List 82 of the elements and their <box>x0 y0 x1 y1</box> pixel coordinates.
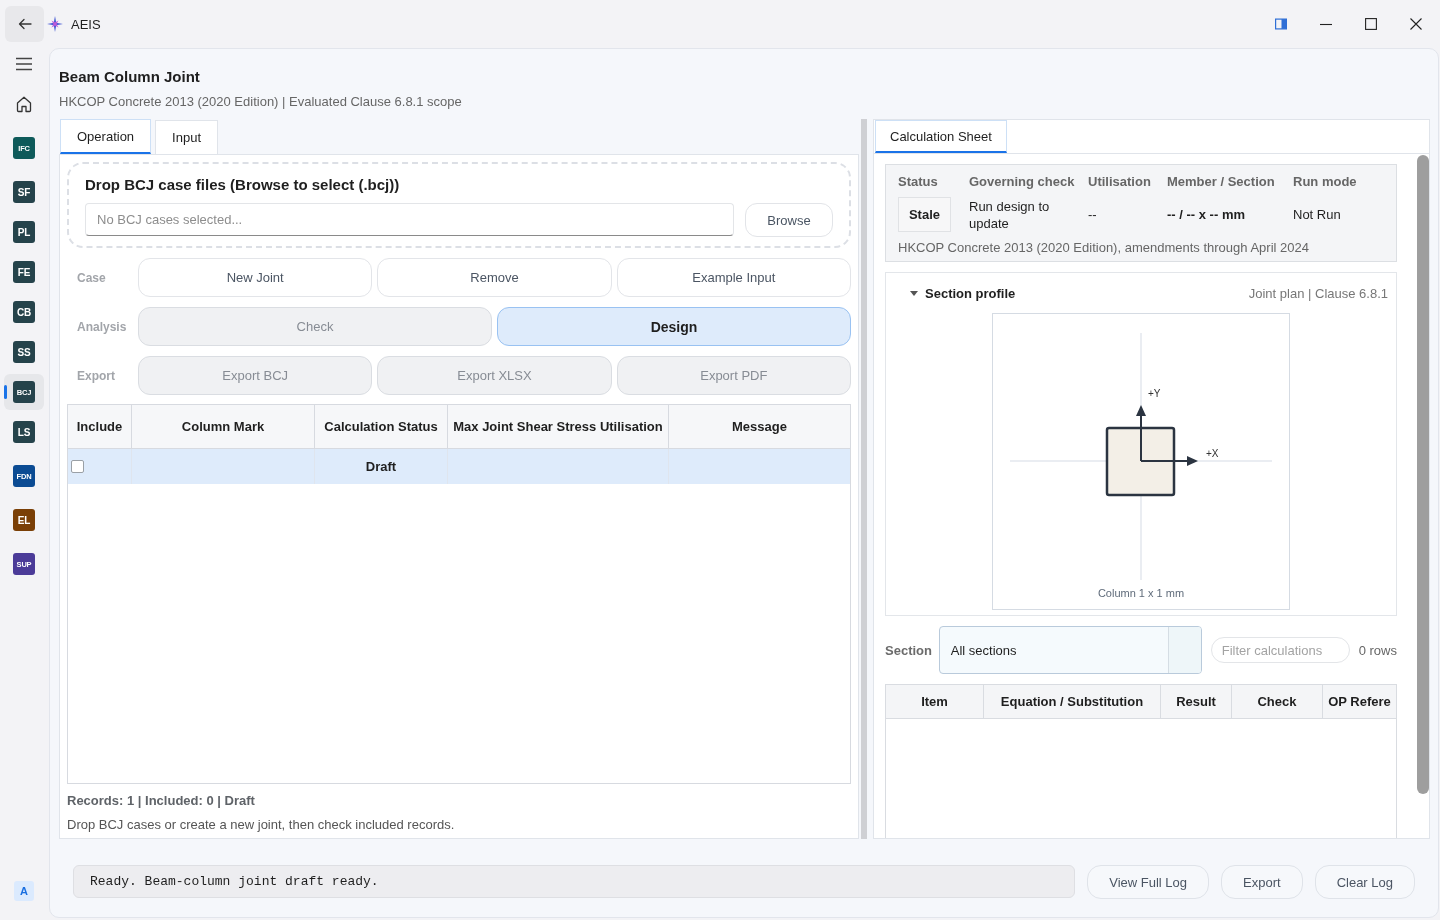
group-label: Analysis <box>76 319 128 334</box>
sidebar-item[interactable]: SF <box>4 174 44 210</box>
tab[interactable]: Operation <box>60 119 152 154</box>
dropdown-toggle[interactable] <box>1167 627 1201 673</box>
module-tag: LS <box>13 421 35 443</box>
page-subtitle: HKCOP Concrete 2013 (2020 Edition) | Evaluated Clause 6.8.1 scope <box>59 93 463 111</box>
sidebar-item[interactable]: PL <box>4 214 44 250</box>
summary-label: Member / Section <box>1167 173 1276 191</box>
section-dropdown[interactable]: All sections <box>938 626 1202 674</box>
maximize-icon <box>1364 18 1377 30</box>
sidebar-item[interactable]: FE <box>4 254 44 290</box>
code-note: HKCOP Concrete 2013 (2020 Edition), amendments through April 2024 <box>898 239 1310 257</box>
table-row[interactable]: Draft <box>68 449 850 484</box>
status-badge: Stale <box>898 197 951 232</box>
column-header: Include <box>68 405 132 448</box>
summary-value: Not Run <box>1293 206 1342 223</box>
log-button[interactable]: View Full Log <box>1087 865 1210 899</box>
table-cell: Draft <box>365 459 397 474</box>
action-button[interactable]: Design <box>497 307 851 346</box>
summary-label: Utilisation <box>1088 173 1152 191</box>
action-button[interactable]: Remove <box>377 258 612 297</box>
diagram-caption: Column 1 x 1 mm <box>1097 587 1185 599</box>
drop-zone-title: Drop BCJ case files (Browse to select (.bcj)) <box>85 175 401 195</box>
column-header: Item <box>886 685 984 718</box>
app-title: AEIS <box>71 16 101 32</box>
sidebar-item[interactable]: EL <box>4 502 44 538</box>
hint-text: Drop BCJ cases or create a new joint, then check included records. <box>67 816 456 834</box>
close-icon <box>1409 18 1422 30</box>
column-header: OP Refere <box>1327 693 1392 711</box>
browse-button[interactable]: Browse <box>745 203 833 237</box>
summary-value: Run design to update <box>969 197 1051 232</box>
sidebar-item[interactable]: CB <box>4 294 44 330</box>
section-meta: Joint plan | Clause 6.8.1 <box>1248 285 1388 301</box>
row-count: 0 rows <box>1358 642 1397 658</box>
file-field[interactable]: No BCJ cases selected... <box>85 203 734 236</box>
module-tag: PL <box>13 221 35 243</box>
summary-label: Governing check <box>969 173 1076 191</box>
column-header: Message <box>731 418 788 436</box>
scrollbar[interactable] <box>1417 155 1429 794</box>
menu-icon <box>15 55 33 73</box>
column-header: Check <box>1232 685 1323 718</box>
group-label: Case <box>76 270 107 285</box>
back-arrow-icon <box>16 16 33 32</box>
module-tag: CB <box>13 301 35 323</box>
log-button[interactable]: Clear Log <box>1314 865 1415 899</box>
log-button[interactable]: Export <box>1221 865 1303 899</box>
tab[interactable]: Input <box>155 120 218 154</box>
account-avatar[interactable]: A <box>14 881 34 901</box>
drop-zone[interactable]: Drop BCJ case files (Browse to select (.bcj)) No BCJ cases selected... Browse <box>67 162 851 248</box>
caret-icon[interactable] <box>910 290 918 296</box>
column-header: Max Joint Shear Stress Utilisation <box>448 405 669 448</box>
panel-icon <box>1274 18 1287 30</box>
records-summary: Records: 1 | Included: 0 | Draft <box>67 792 256 810</box>
home-icon <box>15 95 33 113</box>
sidebar-item[interactable]: SS <box>4 334 44 370</box>
summary-value: -- / -- x -- mm <box>1167 206 1246 223</box>
column-header: Result <box>1161 685 1232 718</box>
action-button[interactable]: Example Input <box>616 258 851 297</box>
axis-label: +Y <box>1148 388 1161 399</box>
tab[interactable]: Calculation Sheet <box>875 120 1007 153</box>
axis-label: +X <box>1206 448 1219 459</box>
module-tag: EL <box>13 509 35 531</box>
log-output: Ready. Beam-column joint draft ready. <box>73 865 1076 898</box>
back-button[interactable] <box>5 6 44 42</box>
page-title: Beam Column Joint <box>59 67 201 87</box>
summary-label: Status <box>898 173 939 191</box>
filter-field[interactable]: Filter calculations <box>1210 637 1350 663</box>
column-header: Calculation Status <box>315 405 448 448</box>
module-tag: SF <box>13 181 35 203</box>
include-checkbox[interactable] <box>71 460 84 473</box>
filter-label: Section <box>885 642 933 658</box>
sparkle-icon <box>47 16 63 32</box>
group-label: Export <box>76 368 116 383</box>
section-title[interactable]: Section profile <box>925 285 1016 301</box>
module-tag: SS <box>13 341 35 363</box>
module-tag: FE <box>13 261 35 283</box>
action-button[interactable]: New Joint <box>138 258 373 297</box>
column-header: Column Mark <box>132 405 315 448</box>
summary-value: -- <box>1088 206 1098 223</box>
column-header: Equation / Substitution <box>984 685 1161 718</box>
summary-label: Run mode <box>1293 173 1358 191</box>
sidebar-item[interactable]: LS <box>4 414 44 450</box>
